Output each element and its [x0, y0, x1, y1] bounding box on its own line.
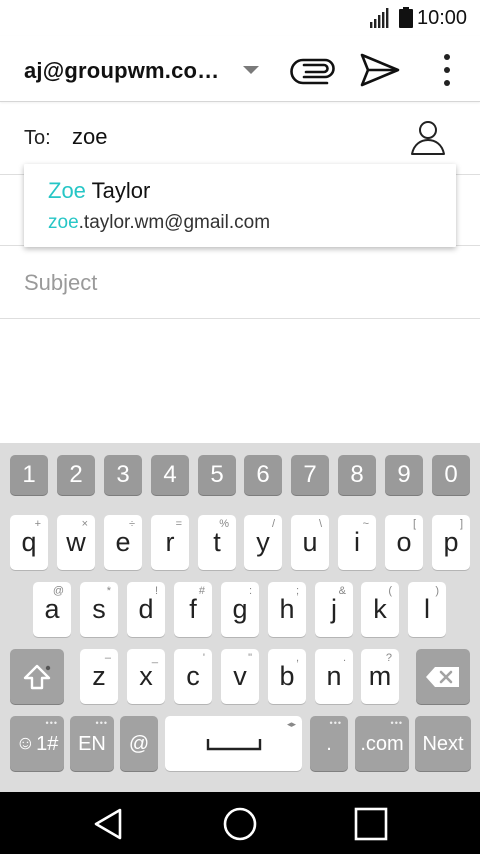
- subject-row: [0, 246, 480, 318]
- backspace-key[interactable]: [416, 649, 470, 704]
- key-letter[interactable]: × w: [57, 515, 95, 570]
- back-triangle-icon: [94, 808, 122, 840]
- send-icon: [360, 53, 400, 87]
- key-letter[interactable]: @ a: [33, 582, 71, 637]
- recents-button[interactable]: [351, 804, 391, 844]
- paperclip-icon: [290, 58, 335, 85]
- key-letter[interactable]: \ u: [291, 515, 329, 570]
- suggestion-name: Zoe Taylor: [48, 178, 150, 204]
- message-body[interactable]: [0, 319, 480, 443]
- key-letter[interactable]: _ x: [127, 649, 165, 704]
- key-num[interactable]: 5: [198, 455, 236, 495]
- space-bar-icon: [206, 738, 261, 750]
- language-key[interactable]: ••• EN: [70, 716, 114, 771]
- attach-button[interactable]: [290, 50, 340, 90]
- key-letter[interactable]: (k: [361, 582, 399, 637]
- navigation-bar: [0, 792, 480, 854]
- key-num[interactable]: 1: [10, 455, 48, 495]
- key-letter[interactable]: + q: [10, 515, 48, 570]
- key-letter[interactable]: % t: [198, 515, 236, 570]
- suggestion-email-match: zoe: [48, 212, 79, 233]
- keyboard: 1 2 3 4 5 6 7 8 9 0 + q × w ÷ e = r % t / y \ u…: [0, 443, 480, 792]
- battery-icon: [399, 7, 413, 28]
- key-num[interactable]: 8: [338, 455, 376, 495]
- next-key[interactable]: Next: [415, 716, 471, 771]
- to-label: To:: [24, 127, 51, 149]
- compose-app-bar: aj@groupwm.co…: [0, 36, 480, 102]
- suggestion-email-rest: .taylor.wm@gmail.com: [78, 212, 271, 233]
- back-button[interactable]: [88, 804, 128, 844]
- recents-square-icon: [354, 807, 388, 841]
- key-num[interactable]: 7: [291, 455, 329, 495]
- key-letter[interactable]: ÷ e: [104, 515, 142, 570]
- key-num[interactable]: 0: [432, 455, 470, 495]
- space-key[interactable]: ◂▸: [165, 716, 302, 771]
- home-button[interactable]: [220, 804, 260, 844]
- status-time: 10:00: [417, 7, 468, 29]
- from-account[interactable]: aj@groupwm.co…: [24, 58, 219, 84]
- key-num[interactable]: 9: [385, 455, 423, 495]
- key-letter[interactable]: " v: [221, 649, 259, 704]
- suggestion-email: zoe.taylor.wm@gmail.com: [48, 212, 270, 234]
- key-letter[interactable]: / y: [244, 515, 282, 570]
- key-letter[interactable]: * s: [80, 582, 118, 637]
- key-letter[interactable]: ] p: [432, 515, 470, 570]
- key-letter[interactable]: # f: [174, 582, 212, 637]
- more-options-button[interactable]: [432, 48, 462, 92]
- key-letter[interactable]: ' c: [174, 649, 212, 704]
- key-letter[interactable]: ; h: [268, 582, 306, 637]
- key-num[interactable]: 4: [151, 455, 189, 495]
- key-num[interactable]: 3: [104, 455, 142, 495]
- key-letter[interactable]: ~ i: [338, 515, 376, 570]
- status-bar: 10:00: [0, 0, 480, 36]
- contact-suggestion[interactable]: Zoe Taylor zoe.taylor.wm@gmail.com: [24, 164, 456, 247]
- smiley-icon: ☺: [15, 732, 36, 754]
- dotcom-key[interactable]: ••• .com: [355, 716, 409, 771]
- arrows-icon: ◂▸: [286, 719, 296, 729]
- key-letter[interactable]: .n: [315, 649, 353, 704]
- shift-icon: [23, 664, 51, 689]
- subject-input[interactable]: [24, 268, 454, 298]
- home-circle-icon: [223, 807, 257, 841]
- send-button[interactable]: [356, 48, 404, 92]
- symbols-key[interactable]: ••• ☺ 1#: [10, 716, 64, 771]
- key-letter[interactable]: ! d: [127, 582, 165, 637]
- suggestion-name-rest: Taylor: [85, 178, 151, 203]
- key-num[interactable]: 2: [57, 455, 95, 495]
- key-letter[interactable]: ) l: [408, 582, 446, 637]
- backspace-icon: [426, 666, 459, 687]
- person-icon: [411, 121, 445, 155]
- key-letter[interactable]: = r: [151, 515, 189, 570]
- period-key[interactable]: ••• .: [310, 716, 348, 771]
- more-vertical-icon: [444, 54, 450, 86]
- key-num[interactable]: 6: [244, 455, 282, 495]
- key-letter[interactable]: [o: [385, 515, 423, 570]
- chevron-down-icon[interactable]: [240, 62, 262, 78]
- key-letter[interactable]: ? m: [361, 649, 399, 704]
- key-letter[interactable]: :g: [221, 582, 259, 637]
- key-letter[interactable]: & j: [315, 582, 353, 637]
- signal-icon: [370, 8, 389, 28]
- shift-key[interactable]: [10, 649, 64, 704]
- at-key[interactable]: @: [120, 716, 158, 771]
- key-letter[interactable]: ,b: [268, 649, 306, 704]
- to-input[interactable]: [72, 122, 372, 152]
- add-contact-button[interactable]: [408, 118, 448, 158]
- key-letter[interactable]: – z: [80, 649, 118, 704]
- suggestion-name-match: Zoe: [48, 178, 86, 203]
